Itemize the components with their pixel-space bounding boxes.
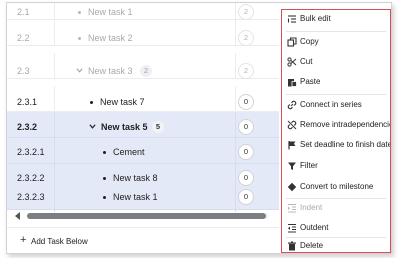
copy-icon [287,37,297,47]
menu-item-delete[interactable]: Delete [282,236,389,252]
add-task-below-button[interactable]: Add Task Below [31,237,88,246]
table-row[interactable]: 2.2 New task 2 2 [7,20,279,46]
menu-item-filter[interactable]: Filter [282,156,389,176]
task-count-circle: 0 [238,94,254,110]
indent-icon [288,204,296,213]
task-name[interactable]: New task 1 [113,192,158,202]
menu-item-bulk-edit[interactable]: Bulk edit [282,10,389,29]
task-count-circle: 2 [238,4,254,20]
menu-item-indent[interactable]: Indent [282,198,389,218]
trash-icon [288,241,296,251]
flag-icon [288,141,296,150]
scroll-thumb[interactable] [27,213,266,219]
subtask-count-badge: 5 [152,121,164,133]
outdent-icon [288,224,296,233]
table-row-selected[interactable]: 2.3.2.1 Cement 0 [7,138,279,164]
task-name[interactable]: New task 5 [101,122,148,132]
wbs-number: 2.3.2 [17,122,38,132]
bullet-icon [103,151,106,154]
table-row[interactable]: 2.1 New task 1 2 [7,3,279,20]
scissors-icon [287,57,297,67]
bullet-icon [78,11,81,14]
task-count-circle: 0 [238,189,254,205]
task-name[interactable]: New task 3 [88,66,133,76]
add-task-row[interactable]: + Add Task Below [7,227,279,253]
task-list-panel: 2.1 New task 1 2 2.2 New task 2 2 2.3 Ne… [6,2,392,254]
table-row[interactable]: 2.3 New task 3 2 2 [7,53,279,79]
task-name[interactable]: New task 7 [100,97,145,107]
chevron-down-icon[interactable] [89,123,96,130]
menu-item-connect-in-series[interactable]: Connect in series [282,95,389,115]
wbs-number: 2.3.1 [17,97,38,107]
context-menu: Bulk edit Copy Cut Paste Connect in seri… [281,9,391,253]
task-name[interactable]: New task 8 [113,173,158,183]
link-icon [287,100,297,110]
task-name[interactable]: Cement [113,147,145,157]
menu-item-convert-to-milestone[interactable]: Convert to milestone [282,177,389,197]
menu-item-outdent[interactable]: Outdent [282,218,389,238]
bullet-icon [78,37,81,40]
menu-item-copy[interactable]: Copy [282,32,389,52]
chevron-down-icon[interactable] [76,67,83,74]
task-count-circle: 0 [238,119,254,135]
wbs-number: 2.3.2.2 [17,173,45,183]
bullet-icon [103,196,106,199]
horizontal-scrollbar[interactable] [7,209,279,223]
task-name[interactable]: New task 2 [88,33,133,43]
paste-icon [288,79,297,87]
table-row-selected[interactable]: 2.3.2.3 New task 1 0 [7,186,279,212]
task-count-circle: 2 [238,30,254,46]
wbs-number: 2.2 [17,33,30,43]
wbs-number: 2.3 [17,66,30,76]
task-grid: 2.1 New task 1 2 2.2 New task 2 2 2.3 Ne… [7,3,279,212]
bullet-icon [90,101,93,104]
menu-item-remove-intradependencies[interactable]: Remove intradependencies [282,115,390,135]
filter-icon [288,162,296,170]
task-count-circle: 0 [238,170,254,186]
wbs-number: 2.3.2.1 [17,147,45,157]
task-count-circle: 2 [238,63,254,79]
table-row[interactable]: 2.3.1 New task 7 0 [7,86,279,112]
wbs-number: 2.3.2.3 [17,192,45,202]
task-count-circle: 0 [238,144,254,160]
table-row-selected[interactable]: 2.3.2 New task 5 5 0 [7,112,279,138]
scroll-left-icon[interactable] [15,212,20,220]
subtask-count-badge: 2 [140,65,152,77]
menu-item-paste[interactable]: Paste [282,72,389,92]
bulk-edit-icon [287,15,296,23]
unlink-icon [287,120,297,130]
bullet-icon [103,177,106,180]
wbs-number: 2.1 [17,7,30,17]
task-name[interactable]: New task 1 [88,7,133,17]
plus-icon[interactable]: + [20,234,26,246]
menu-item-set-deadline[interactable]: Set deadline to finish date [282,135,390,155]
diamond-icon [287,182,297,192]
menu-item-cut[interactable]: Cut [282,52,389,72]
